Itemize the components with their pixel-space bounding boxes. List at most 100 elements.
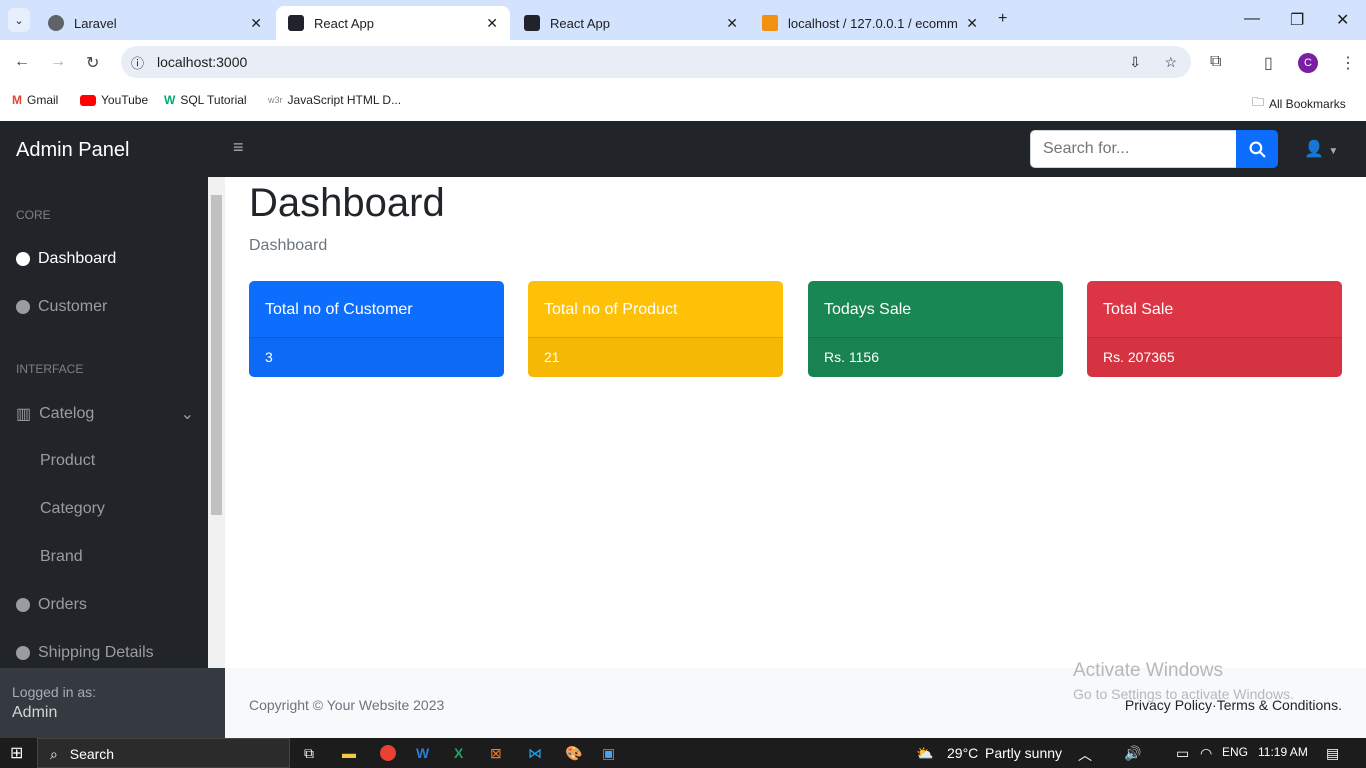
task-view-icon[interactable]: ⧉ [304, 745, 314, 762]
logged-in-user: Admin [12, 704, 58, 721]
tab-label: Laravel [74, 15, 117, 31]
bookmark-youtube[interactable]: YouTube [80, 93, 148, 107]
footer: Copyright © Your Website 2023 Activate W… [225, 660, 1366, 738]
react-icon [524, 15, 540, 31]
tab-phpmyadmin[interactable]: localhost / 127.0.0.1 / ecommer ✕ [750, 6, 990, 40]
breadcrumb: Dashboard [249, 237, 328, 254]
close-window-button[interactable]: ✕ [1336, 10, 1349, 30]
bookmark-javascript[interactable]: w3r JavaScript HTML D... [268, 93, 401, 107]
sidebar-item-customer[interactable]: Customer [16, 298, 107, 316]
user-dropdown[interactable]: 👤 ▼ [1304, 139, 1338, 159]
card-title: Todays Sale [808, 281, 1063, 338]
brand[interactable]: Admin Panel [16, 139, 129, 162]
paint-icon[interactable]: 🎨 [565, 745, 582, 762]
card-value: 3 [249, 338, 504, 377]
sidebar-item-label: Orders [38, 596, 87, 613]
tab-react-app[interactable]: React App ✕ [512, 6, 750, 40]
logged-in-label: Logged in as: [12, 684, 97, 700]
excel-icon[interactable]: X [454, 745, 463, 761]
address-bar[interactable]: ⓘ localhost:3000 ⇩ ☆ [121, 46, 1191, 78]
sidebar-scrollbar[interactable] [208, 177, 225, 668]
sidebar-item-orders[interactable]: Orders [16, 596, 87, 614]
tachometer-icon [16, 646, 30, 660]
extensions-icon[interactable]: ⧉ [1210, 53, 1221, 71]
sidebar-item-catelog[interactable]: ▥ Catelog ⌄ [16, 404, 194, 424]
folder-icon: 🗀 [1252, 95, 1265, 109]
bookmark-label: SQL Tutorial [180, 93, 247, 107]
sidebar: CORE Dashboard Customer INTERFACE ▥ Catel… [0, 177, 225, 668]
file-explorer-icon[interactable]: ▬ [342, 745, 356, 761]
bookmark-label: JavaScript HTML D... [287, 93, 402, 107]
xampp-icon[interactable]: ⊠ [490, 745, 502, 762]
top-navbar: Admin Panel ≡ 👤 ▼ [0, 121, 1366, 177]
windows-taskbar: ⊞ ⌕ Search ⧉ ▬ W X ⊠ ⋈ 🎨 ▣ ⛅ 29°C Partly… [0, 738, 1366, 768]
windows-start-icon[interactable]: ⊞ [10, 743, 23, 763]
close-icon[interactable]: ✕ [486, 15, 498, 32]
side-panel-icon[interactable]: ▯ [1264, 53, 1273, 73]
caret-down-icon: ▼ [1328, 146, 1339, 157]
volume-icon[interactable]: 🔊 [1124, 745, 1141, 762]
star-icon[interactable]: ☆ [1164, 54, 1177, 71]
tab-search-button[interactable]: ⌄ [8, 8, 30, 32]
terms-link[interactable]: Terms & Conditions. [1217, 697, 1342, 713]
sidebar-item-label: Catelog [39, 405, 95, 422]
bookmark-label: All Bookmarks [1269, 96, 1346, 111]
card-title: Total no of Customer [249, 281, 504, 338]
gmail-icon: M [12, 93, 22, 107]
photos-icon[interactable]: ▣ [602, 745, 615, 762]
search-input[interactable] [1030, 130, 1237, 168]
bookmark-label: YouTube [101, 93, 149, 107]
close-icon[interactable]: ✕ [250, 15, 262, 32]
new-tab-button[interactable]: + [998, 10, 1007, 28]
card-value: 21 [528, 338, 783, 377]
sidebar-item-product[interactable]: Product [40, 452, 95, 470]
back-icon[interactable]: ← [14, 53, 30, 71]
sidebar-item-category[interactable]: Category [40, 500, 105, 518]
clock[interactable]: 11:19 AM [1258, 745, 1308, 759]
sidebar-footer: Logged in as: Admin [0, 668, 225, 738]
close-icon[interactable]: ✕ [966, 15, 978, 32]
language-indicator[interactable]: ENG [1222, 745, 1248, 759]
temperature: 29°C [947, 745, 979, 761]
close-icon[interactable]: ✕ [726, 15, 738, 32]
bookmark-sql-tutorial[interactable]: W SQL Tutorial [164, 93, 247, 107]
chevron-up-icon[interactable]: ︿ [1078, 745, 1092, 765]
w3r-icon: w3r [268, 95, 283, 105]
restore-button[interactable]: ❐ [1290, 10, 1304, 30]
info-icon: ⓘ [131, 55, 145, 71]
reload-icon[interactable]: ↻ [86, 53, 99, 73]
w3schools-icon: W [164, 93, 176, 107]
sidebar-item-label: Customer [38, 298, 108, 315]
tab-laravel[interactable]: Laravel ✕ [36, 6, 274, 40]
vscode-icon[interactable]: ⋈ [528, 745, 542, 762]
word-icon[interactable]: W [416, 745, 429, 761]
profile-avatar[interactable]: C [1298, 53, 1318, 73]
sidebar-item-dashboard[interactable]: Dashboard [16, 250, 116, 268]
sidebar-toggle-icon[interactable]: ≡ [233, 137, 244, 158]
scrollbar-thumb[interactable] [211, 195, 222, 515]
privacy-policy-link[interactable]: Privacy Policy [1125, 697, 1212, 713]
sidebar-item-shipping-details[interactable]: Shipping Details [16, 644, 154, 662]
card-total-customer[interactable]: Total no of Customer 3 [249, 281, 504, 377]
card-value: Rs. 207365 [1087, 338, 1342, 377]
all-bookmarks[interactable]: 🗀 All Bookmarks [1252, 93, 1346, 114]
card-total-sale[interactable]: Total Sale Rs. 207365 [1087, 281, 1342, 377]
chrome-icon[interactable] [380, 745, 396, 761]
tab-react-app-active[interactable]: React App ✕ [276, 6, 510, 40]
install-icon[interactable]: ⇩ [1129, 54, 1141, 71]
forward-icon[interactable]: → [50, 53, 66, 71]
menu-icon[interactable]: ⋮ [1340, 53, 1356, 73]
taskbar-search[interactable]: ⌕ Search [37, 738, 290, 768]
browser-tab-bar: ⌄ Laravel ✕ React App ✕ React App ✕ localho… [0, 0, 1366, 40]
search-button[interactable] [1236, 130, 1278, 168]
notification-icon[interactable]: ▤ [1326, 745, 1339, 762]
sidebar-item-brand[interactable]: Brand [40, 548, 83, 566]
card-total-product[interactable]: Total no of Product 21 [528, 281, 783, 377]
card-todays-sale[interactable]: Todays Sale Rs. 1156 [808, 281, 1063, 377]
minimize-button[interactable]: — [1244, 10, 1260, 28]
battery-icon[interactable]: ▭ [1176, 745, 1189, 762]
wifi-icon[interactable]: ◠ [1200, 745, 1212, 762]
bookmark-gmail[interactable]: M Gmail [12, 93, 58, 107]
weather-text[interactable]: Partly sunny [985, 745, 1062, 761]
globe-icon [48, 15, 64, 31]
